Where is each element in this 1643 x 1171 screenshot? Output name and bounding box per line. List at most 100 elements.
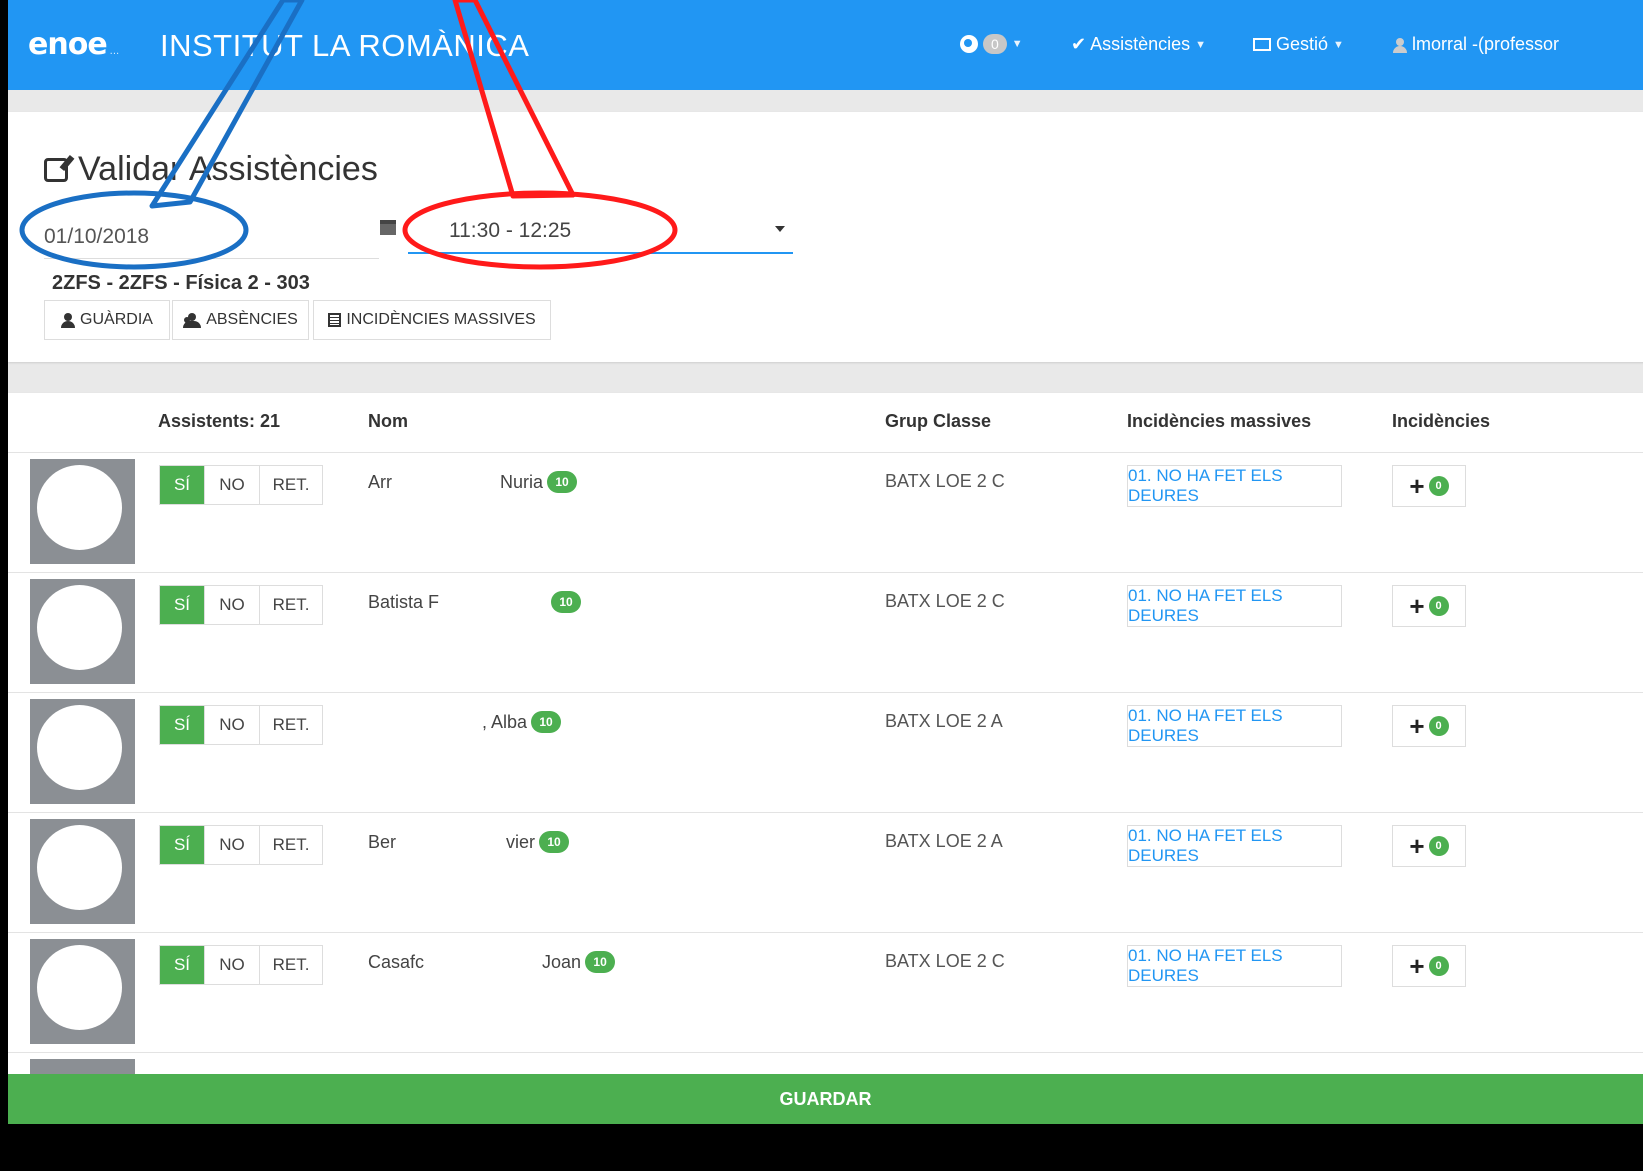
name-redaction [424,951,543,973]
attendance-yes-button[interactable]: SÍ [160,586,205,624]
plus-icon: + [1409,591,1425,621]
user-menu[interactable]: lmorral -(professor [1393,34,1559,55]
student-name-end: , Alba [482,711,528,732]
plus-icon: + [1409,471,1425,501]
group-class: BATX LOE 2 A [885,831,1003,851]
incident-count-badge: 0 [1428,476,1449,496]
date-field[interactable] [44,210,379,259]
student-name-end: Joan [542,951,582,972]
notifications-count-badge: 0 [983,34,1007,54]
page-title: Validar Assistències [44,150,378,189]
absencies-button[interactable]: ABSÈNCIES [172,300,309,340]
add-incident-button[interactable]: + 0 [1392,825,1466,867]
name-redaction [368,711,482,733]
attendance-no-button[interactable]: NO [205,946,260,984]
attendance-no-button[interactable]: NO [205,826,260,864]
plus-icon: + [1409,951,1425,981]
face-redaction [37,945,122,1030]
student-photo [30,699,135,804]
student-photo [30,579,135,684]
globe-icon [960,35,978,53]
caret-down-icon: ▼ [1195,38,1207,51]
attendance-no-button[interactable]: NO [205,466,260,504]
page-title-text: Validar Assistències [78,150,378,188]
count-badge: 10 [531,711,562,733]
attendance-late-button[interactable]: RET. [260,706,322,744]
add-incident-button[interactable]: + 0 [1392,465,1466,507]
incident-count-badge: 0 [1428,956,1449,976]
face-redaction [37,465,122,550]
incident-count-badge: 0 [1428,596,1449,616]
attendance-no-button[interactable]: NO [205,586,260,624]
attendance-yes-button[interactable]: SÍ [160,466,205,504]
attendance-toggle[interactable]: SÍ NO RET. [159,825,323,865]
table-row: SÍ NO RET. , Alba 10 BATX LOE 2 A 01. NO… [8,692,1643,812]
student-name[interactable]: , Alba 10 [368,711,562,733]
student-name-end: Nuria [500,471,544,492]
desktop-icon [1253,38,1271,51]
student-name-start: Arr [368,471,392,492]
time-slot-select[interactable]: 11:30 - 12:25 [408,210,793,254]
attendance-late-button[interactable]: RET. [260,946,322,984]
attendance-late-button[interactable]: RET. [260,826,322,864]
attendance-toggle[interactable]: SÍ NO RET. [159,945,323,985]
face-redaction [37,585,122,670]
attendance-no-button[interactable]: NO [205,706,260,744]
mass-incident-button[interactable]: 01. NO HA FET ELS DEURES [1127,705,1342,747]
attendance-toggle[interactable]: SÍ NO RET. [159,705,323,745]
count-badge: 10 [539,831,570,853]
student-name-end: vier [506,831,536,852]
student-name[interactable]: Batista F 10 [368,591,582,613]
notifications-menu[interactable]: 0 ▼ [960,34,1023,54]
incident-count-badge: 0 [1428,836,1449,856]
student-photo [30,819,135,924]
count-badge: 10 [547,471,578,493]
group-column-header[interactable]: Grup Classe [885,411,991,432]
attendance-yes-button[interactable]: SÍ [160,946,205,984]
mass-incident-button[interactable]: 01. NO HA FET ELS DEURES [1127,825,1342,867]
calendar-icon[interactable] [380,220,396,235]
save-button[interactable]: GUARDAR [8,1074,1643,1124]
student-name[interactable]: Arr Nuria 10 [368,471,578,493]
incidents-column-header: Incidències [1392,411,1491,431]
mass-incident-button[interactable]: 01. NO HA FET ELS DEURES [1127,465,1342,507]
user-icon [61,313,76,328]
assistencies-menu[interactable]: ✔ Assistències ▼ [1071,34,1206,55]
attendance-late-button[interactable]: RET. [260,466,322,504]
plus-icon: + [1409,831,1425,861]
attendance-yes-button[interactable]: SÍ [160,826,205,864]
incident-count-badge: 0 [1428,716,1449,736]
attendance-toggle[interactable]: SÍ NO RET. [159,585,323,625]
student-name-start: Casafc [368,951,425,972]
school-title[interactable]: INSTITUT LA ROMÀNICA [160,28,529,64]
student-name[interactable]: Ber vier 10 [368,831,570,853]
user-icon [1393,37,1407,53]
assistencies-menu-label: ✔ Assistències [1071,34,1191,54]
enoe-logo[interactable]: enoe... [28,27,119,62]
incidencies-massives-button[interactable]: INCIDÈNCIES MASSIVES [313,300,551,340]
attendance-yes-button[interactable]: SÍ [160,706,205,744]
count-badge: 10 [551,591,582,613]
name-column-header[interactable]: Nom [368,411,408,432]
name-redaction [439,591,548,613]
add-incident-button[interactable]: + 0 [1392,945,1466,987]
table-row: SÍ NO RET. Arr Nuria 10 BATX LOE 2 C 01.… [8,452,1643,572]
mass-incident-button[interactable]: 01. NO HA FET ELS DEURES [1127,945,1342,987]
gestio-menu[interactable]: Gestió ▼ [1253,34,1344,55]
name-redaction [396,831,507,853]
guardia-button[interactable]: GUÀRDIA [44,300,170,340]
student-photo [30,459,135,564]
student-name-start: Ber [368,831,397,852]
users-icon [183,313,202,328]
student-name-start: Batista F [368,591,440,612]
add-incident-button[interactable]: + 0 [1392,585,1466,627]
student-name[interactable]: Casafc Joan 10 [368,951,616,973]
attendance-toggle[interactable]: SÍ NO RET. [159,465,323,505]
guardia-button-label: GUÀRDIA [80,311,153,328]
caret-down-icon: ▼ [1333,38,1344,51]
mass-incident-button[interactable]: 01. NO HA FET ELS DEURES [1127,585,1342,627]
attendance-late-button[interactable]: RET. [260,586,322,624]
group-class: BATX LOE 2 C [885,471,1005,491]
name-redaction [392,471,500,493]
add-incident-button[interactable]: + 0 [1392,705,1466,747]
